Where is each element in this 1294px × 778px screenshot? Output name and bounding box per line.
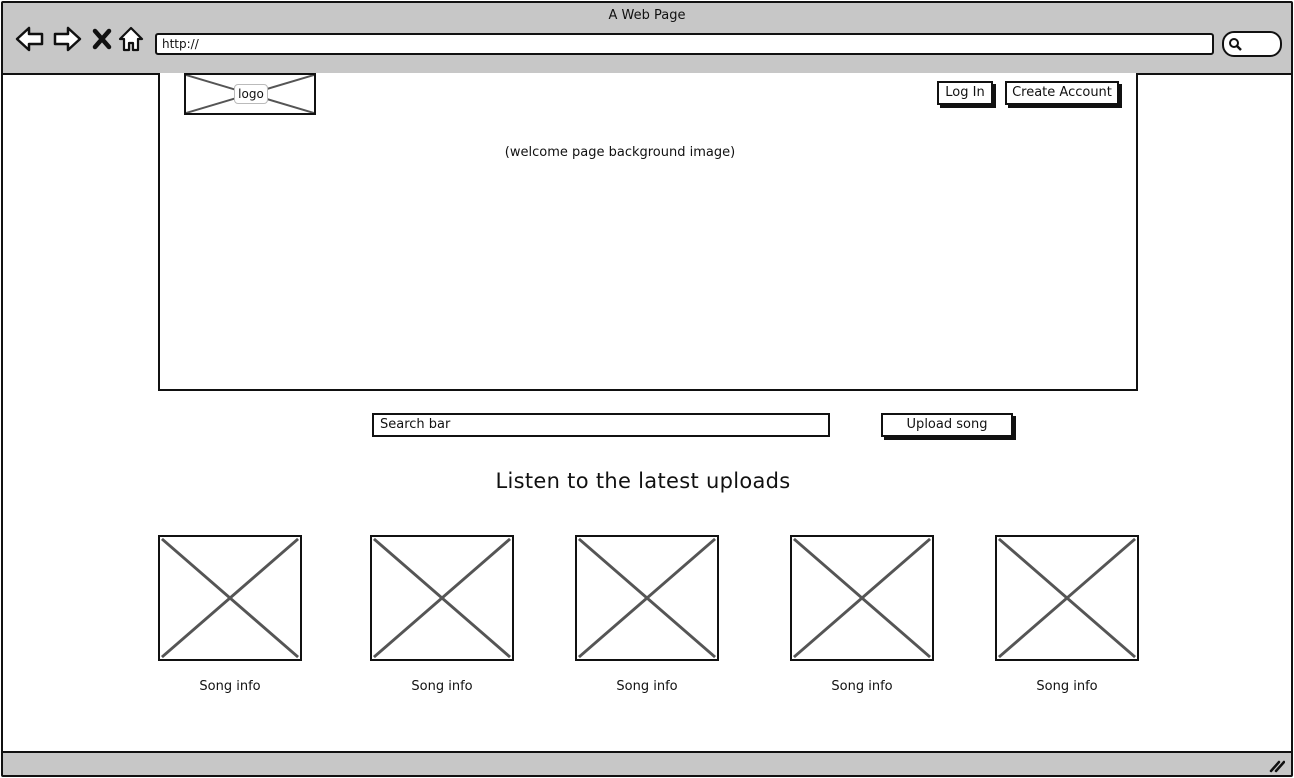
close-x-icon[interactable] — [91, 25, 113, 53]
browser-search-field[interactable] — [1222, 31, 1282, 57]
song-info[interactable]: Song info — [575, 679, 719, 694]
song-info[interactable]: Song info — [370, 679, 514, 694]
song-thumbnail[interactable] — [790, 535, 934, 661]
hero-caption: (welcome page background image) — [504, 145, 736, 160]
song-thumbnail[interactable] — [995, 535, 1139, 661]
address-bar[interactable]: http:// — [155, 33, 1214, 55]
browser-statusbar — [3, 751, 1291, 775]
welcome-hero-image: logo Log In Create Account (welcome page… — [158, 73, 1138, 391]
image-placeholder-icon — [792, 537, 932, 659]
song-thumbnail[interactable] — [370, 535, 514, 661]
logo-placeholder[interactable]: logo — [184, 73, 316, 115]
section-title: Listen to the latest uploads — [495, 469, 791, 493]
create-account-button[interactable]: Create Account — [1005, 81, 1119, 105]
song-info[interactable]: Song info — [995, 679, 1139, 694]
image-placeholder-icon — [160, 537, 300, 659]
song-card[interactable]: Song info — [790, 535, 934, 694]
browser-window: A Web Page http:// logo Log In Create Ac… — [1, 1, 1293, 777]
back-arrow-icon[interactable] — [15, 25, 45, 53]
search-icon — [1229, 38, 1242, 51]
browser-titlebar: A Web Page http:// — [3, 3, 1291, 75]
image-placeholder-icon — [372, 537, 512, 659]
song-thumbnail[interactable] — [575, 535, 719, 661]
song-card[interactable]: Song info — [995, 535, 1139, 694]
resize-grip-icon[interactable] — [1267, 757, 1285, 773]
logo-label: logo — [234, 84, 268, 104]
song-info[interactable]: Song info — [158, 679, 302, 694]
song-card[interactable]: Song info — [370, 535, 514, 694]
song-card[interactable]: Song info — [158, 535, 302, 694]
search-input[interactable]: Search bar — [372, 413, 830, 437]
song-thumbnail[interactable] — [158, 535, 302, 661]
image-placeholder-icon — [577, 537, 717, 659]
song-info[interactable]: Song info — [790, 679, 934, 694]
log-in-button[interactable]: Log In — [937, 81, 993, 105]
image-placeholder-icon — [997, 537, 1137, 659]
song-card[interactable]: Song info — [575, 535, 719, 694]
upload-song-button[interactable]: Upload song — [881, 413, 1013, 437]
forward-arrow-icon[interactable] — [52, 25, 82, 53]
home-icon[interactable] — [118, 25, 144, 53]
window-title: A Web Page — [608, 8, 686, 23]
